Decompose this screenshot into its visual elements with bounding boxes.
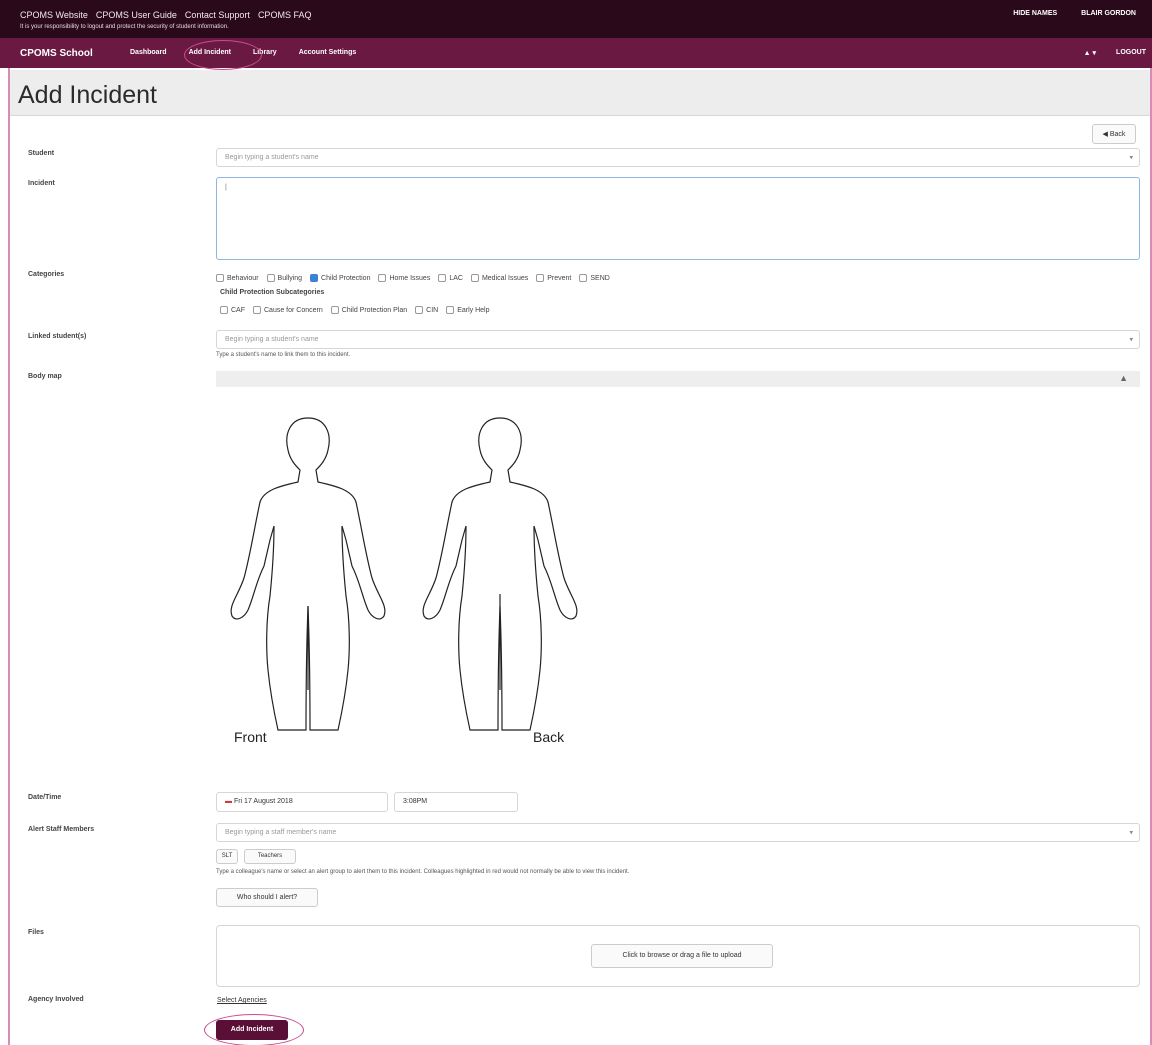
body-map-label: Body map (28, 373, 62, 380)
student-select[interactable]: Begin typing a student's name ▾ (216, 148, 1140, 167)
category-send: SEND (590, 274, 610, 282)
linked-students-label: Linked student(s) (28, 333, 87, 340)
subcategories-heading: Child Protection Subcategories (220, 289, 325, 296)
incident-textarea[interactable]: | (216, 177, 1140, 260)
files-label: Files (28, 929, 44, 936)
student-placeholder: Begin typing a student's name (225, 154, 319, 161)
checkbox-home-issues[interactable] (378, 274, 387, 282)
checkbox-caf[interactable] (220, 306, 228, 314)
top-links: CPOMS Website CPOMS User Guide Contact S… (20, 10, 311, 20)
alert-staff-placeholder: Begin typing a staff member's name (225, 829, 337, 836)
alert-group-slt[interactable]: SLT (216, 849, 238, 864)
link-faq[interactable]: CPOMS FAQ (258, 10, 312, 20)
brand-name[interactable]: CPOMS School (20, 48, 93, 59)
checkbox-lac[interactable] (438, 274, 447, 282)
highlight-circle-nav (184, 40, 262, 70)
time-input[interactable]: 3:08PM (394, 792, 518, 812)
chevron-down-icon: ▾ (1129, 336, 1133, 343)
category-medical-issues: Medical Issues (481, 274, 529, 282)
calendar-icon: ▬ (225, 798, 232, 805)
alert-staff-label: Alert Staff Members (28, 826, 95, 833)
category-home-issues: Home Issues (389, 274, 431, 282)
upload-button[interactable]: Click to browse or drag a file to upload (591, 944, 773, 968)
checkbox-prevent[interactable] (536, 274, 545, 282)
chevron-down-icon: ▾ (1129, 829, 1133, 836)
checkbox-early-help[interactable] (446, 306, 455, 314)
file-dropzone[interactable]: Click to browse or drag a file to upload (216, 925, 1140, 987)
chevron-down-icon: ▾ (1129, 154, 1133, 161)
subcategory-caf: CAF (231, 306, 245, 314)
body-back-label: Back (533, 729, 565, 745)
category-lac: LAC (449, 274, 463, 282)
link-contact-support[interactable]: Contact Support (185, 10, 250, 20)
subcategory-child-protection-plan: Child Protection Plan (341, 306, 408, 314)
time-value: 3:08PM (403, 798, 428, 805)
body-front-label: Front (234, 729, 267, 745)
select-agencies-link[interactable]: Select Agencies (217, 997, 267, 1004)
who-should-i-alert-button[interactable]: Who should I alert? (216, 888, 318, 907)
categories-checkboxes: Behaviour Bullying Child Protection Home… (216, 274, 614, 282)
subcategory-early-help: Early Help (457, 306, 490, 314)
alert-group-teachers[interactable]: Teachers (244, 849, 296, 864)
back-button[interactable]: ◀ Back (1092, 124, 1136, 144)
link-cpoms-website[interactable]: CPOMS Website (20, 10, 88, 20)
user-menu-icon[interactable]: ▲ ▾ (1084, 49, 1096, 57)
checkbox-cin[interactable] (415, 306, 424, 314)
checkbox-cause-for-concern[interactable] (253, 306, 261, 314)
logout-button[interactable]: LOGOUT (1116, 49, 1146, 57)
nav-dashboard[interactable]: Dashboard (130, 49, 167, 56)
linked-students-placeholder: Begin typing a student's name (225, 336, 319, 343)
nav-account-settings[interactable]: Account Settings (299, 49, 357, 56)
date-value: Fri 17 August 2018 (233, 798, 293, 805)
subcategories-checkboxes: CAF Cause for Concern Child Protection P… (220, 306, 494, 314)
checkbox-child-protection-plan[interactable] (330, 306, 339, 314)
categories-label: Categories (28, 271, 65, 278)
body-map-toggle-bar[interactable]: ▲ (216, 371, 1140, 387)
subcategory-cin: CIN (426, 306, 439, 314)
linked-students-select[interactable]: Begin typing a student's name ▾ (216, 330, 1140, 349)
checkbox-child-protection[interactable] (310, 274, 319, 282)
top-bar: CPOMS Website CPOMS User Guide Contact S… (0, 0, 1152, 38)
page-title: Add Incident (18, 81, 157, 109)
checkbox-send[interactable] (579, 274, 588, 282)
datetime-label: Date/Time (28, 794, 62, 801)
subcategory-cause-for-concern: Cause for Concern (264, 306, 323, 314)
main-nav: CPOMS School Dashboard Add Incident Libr… (0, 38, 1152, 68)
user-name[interactable]: BLAIR GORDON (1081, 10, 1136, 17)
alert-staff-help: Type a colleague's name or select an ale… (216, 869, 630, 875)
linked-students-help: Type a student's name to link them to th… (216, 352, 351, 358)
category-prevent: Prevent (547, 274, 572, 282)
security-note: It is your responsibility to logout and … (20, 24, 229, 30)
link-user-guide[interactable]: CPOMS User Guide (96, 10, 177, 20)
category-child-protection: Child Protection (321, 274, 371, 282)
incident-label: Incident (28, 180, 55, 187)
checkbox-medical-issues[interactable] (470, 274, 479, 282)
highlight-circle-submit (204, 1014, 304, 1045)
date-input[interactable]: ▬ Fri 17 August 2018 (216, 792, 388, 812)
incident-cursor: | (225, 184, 227, 191)
title-bar: Add Incident (10, 70, 1150, 116)
body-map-figures[interactable] (220, 400, 600, 760)
category-behaviour: Behaviour (227, 274, 259, 282)
checkbox-bullying[interactable] (266, 274, 275, 282)
hide-names-button[interactable]: HIDE NAMES (1013, 10, 1057, 17)
alert-staff-select[interactable]: Begin typing a staff member's name ▾ (216, 823, 1140, 842)
chevron-up-icon[interactable]: ▲ (1119, 373, 1128, 383)
checkbox-behaviour[interactable] (216, 274, 224, 282)
category-bullying: Bullying (277, 274, 303, 282)
agency-label: Agency Involved (28, 996, 84, 1003)
student-label: Student (28, 150, 55, 157)
